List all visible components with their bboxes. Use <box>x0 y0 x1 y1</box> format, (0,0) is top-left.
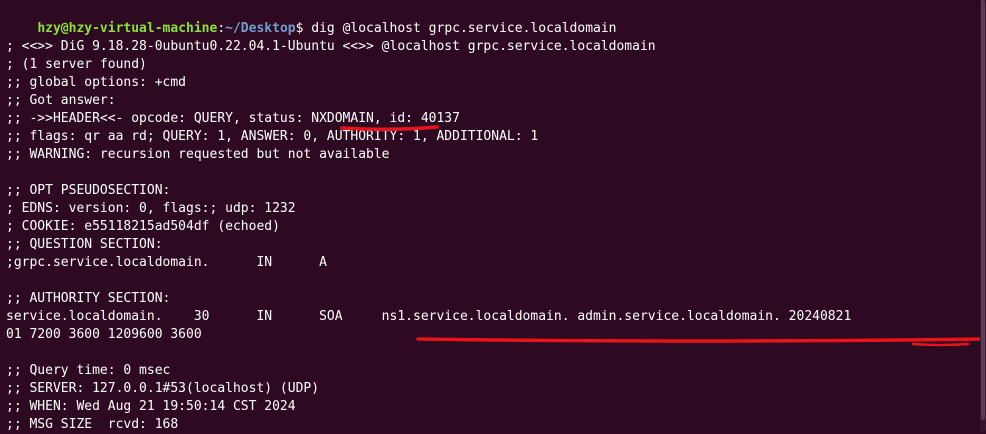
scrollbar[interactable] <box>980 0 986 431</box>
output-line-question-record: ;grpc.service.localdomain. IN A <box>6 255 327 270</box>
output-line-when: ;; WHEN: Wed Aug 21 19:50:14 CST 2024 <box>6 399 296 414</box>
output-line-flags: ;; flags: qr aa rd; QUERY: 1, ANSWER: 0,… <box>6 129 539 144</box>
output-line-header: ;; ->>HEADER<<- opcode: QUERY, status: N… <box>6 111 460 126</box>
terminal-window[interactable]: hzy@hzy-virtual-machine:~/Desktop$ dig @… <box>0 0 986 432</box>
output-line-soa-record-wrap: 01 7200 3600 1209600 3600 <box>6 327 202 342</box>
output-line-soa-record: service.localdomain. 30 IN SOA ns1.servi… <box>6 309 852 324</box>
serial-underline-annotation <box>911 342 970 347</box>
output-line-cookie: ; COOKIE: e55118215ad504df (echoed) <box>6 219 280 234</box>
output-line-question-section: ;; QUESTION SECTION: <box>6 237 163 252</box>
output-line-server: ;; SERVER: 127.0.0.1#53(localhost) (UDP) <box>6 381 320 396</box>
output-line-got-answer: ;; Got answer: <box>6 93 116 108</box>
scrollbar-thumb[interactable] <box>981 0 985 420</box>
prompt-line: hzy@hzy-virtual-machine:~/Desktop$ dig @… <box>6 2 616 36</box>
output-line-dig-version: ; <<>> DiG 9.18.28-0ubuntu0.22.04.1-Ubun… <box>6 39 656 54</box>
output-line-authority-section: ;; AUTHORITY SECTION: <box>6 291 171 306</box>
command-text: dig @localhost grpc.service.localdomain <box>303 21 617 36</box>
output-line-query-time: ;; Query time: 0 msec <box>6 363 171 378</box>
output-line-warning: ;; WARNING: recursion requested but not … <box>6 147 390 162</box>
output-line-server-found: ; (1 server found) <box>6 57 147 72</box>
soa-underline-annotation <box>416 337 986 343</box>
output-line-msg-size: ;; MSG SIZE rcvd: 168 <box>6 417 179 432</box>
output-line-opt-pseudosection: ;; OPT PSEUDOSECTION: <box>6 183 171 198</box>
output-line-edns: ; EDNS: version: 0, flags:; udp: 1232 <box>6 201 296 216</box>
prompt-separator: : <box>217 21 226 36</box>
output-line-global-options: ;; global options: +cmd <box>6 75 187 90</box>
prompt-path: ~/Desktop <box>225 21 296 36</box>
prompt-user-host: hzy@hzy-virtual-machine <box>37 21 218 36</box>
